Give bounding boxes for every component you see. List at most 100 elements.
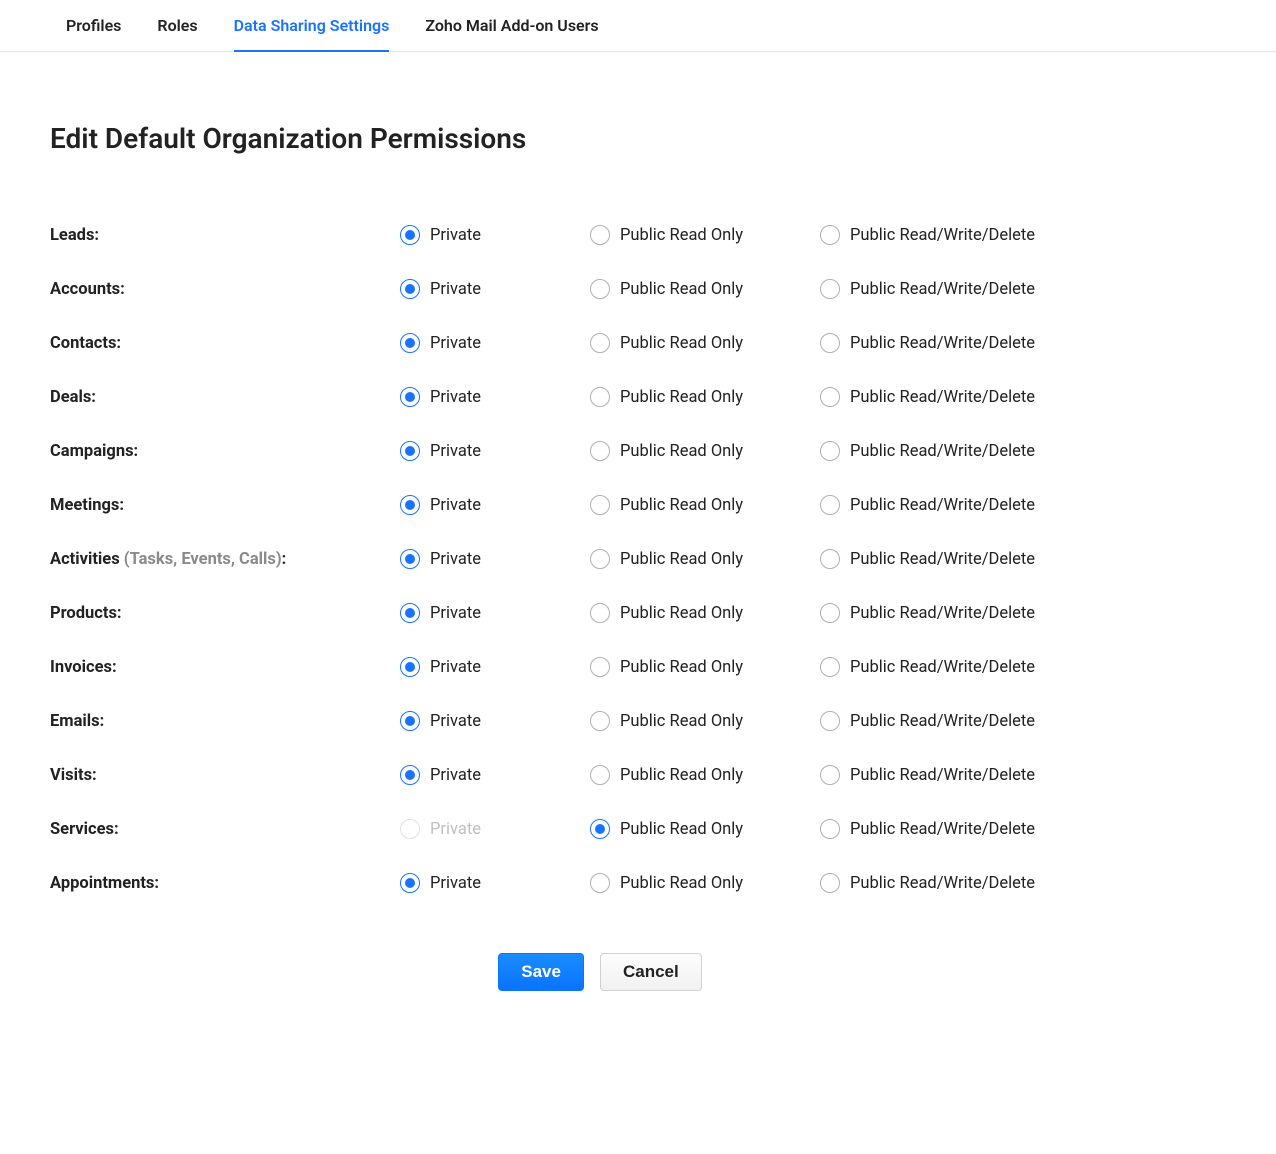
radio-label: Private xyxy=(430,712,481,731)
radio-indicator xyxy=(820,387,840,407)
radio-public_read[interactable]: Public Read Only xyxy=(590,441,820,461)
radio-private[interactable]: Private xyxy=(400,333,590,353)
radio-label: Public Read/Write/Delete xyxy=(850,280,1035,299)
radio-public_rwd[interactable]: Public Read/Write/Delete xyxy=(820,873,1150,893)
radio-public_read[interactable]: Public Read Only xyxy=(590,387,820,407)
radio-indicator xyxy=(400,279,420,299)
radio-label: Public Read Only xyxy=(620,604,743,623)
radio-label: Private xyxy=(430,496,481,515)
radio-public_rwd[interactable]: Public Read/Write/Delete xyxy=(820,495,1150,515)
radio-indicator xyxy=(590,441,610,461)
radio-label: Public Read/Write/Delete xyxy=(850,226,1035,245)
radio-label: Public Read/Write/Delete xyxy=(850,766,1035,785)
radio-public_rwd[interactable]: Public Read/Write/Delete xyxy=(820,279,1150,299)
radio-private[interactable]: Private xyxy=(400,657,590,677)
radio-label: Private xyxy=(430,442,481,461)
radio-public_read[interactable]: Public Read Only xyxy=(590,765,820,785)
radio-label: Private xyxy=(430,766,481,785)
radio-label: Private xyxy=(430,658,481,677)
perm-label: Visits: xyxy=(50,766,400,785)
radio-private[interactable]: Private xyxy=(400,765,590,785)
radio-public_rwd[interactable]: Public Read/Write/Delete xyxy=(820,819,1150,839)
radio-indicator xyxy=(400,333,420,353)
radio-public_read[interactable]: Public Read Only xyxy=(590,873,820,893)
radio-private[interactable]: Private xyxy=(400,603,590,623)
radio-public_read[interactable]: Public Read Only xyxy=(590,549,820,569)
radio-indicator xyxy=(400,549,420,569)
radio-label: Public Read Only xyxy=(620,496,743,515)
radio-indicator xyxy=(590,765,610,785)
radio-indicator xyxy=(400,819,420,839)
perm-label: Emails: xyxy=(50,712,400,731)
radio-label: Private xyxy=(430,280,481,299)
radio-public_read[interactable]: Public Read Only xyxy=(590,603,820,623)
radio-label: Private xyxy=(430,604,481,623)
radio-label: Public Read Only xyxy=(620,874,743,893)
radio-label: Public Read/Write/Delete xyxy=(850,442,1035,461)
tab-data-sharing-settings[interactable]: Data Sharing Settings xyxy=(234,0,390,51)
radio-public_rwd[interactable]: Public Read/Write/Delete xyxy=(820,387,1150,407)
tab-profiles[interactable]: Profiles xyxy=(66,0,121,51)
radio-public_read[interactable]: Public Read Only xyxy=(590,279,820,299)
radio-indicator xyxy=(820,495,840,515)
radio-public_read[interactable]: Public Read Only xyxy=(590,333,820,353)
tab-roles[interactable]: Roles xyxy=(157,0,197,51)
action-buttons: Save Cancel xyxy=(50,953,1150,991)
perm-label: Contacts: xyxy=(50,334,400,353)
radio-public_read[interactable]: Public Read Only xyxy=(590,657,820,677)
radio-public_rwd[interactable]: Public Read/Write/Delete xyxy=(820,549,1150,569)
radio-label: Private xyxy=(430,226,481,245)
radio-public_read[interactable]: Public Read Only xyxy=(590,711,820,731)
radio-indicator xyxy=(590,711,610,731)
tab-zoho-mail-add-on-users[interactable]: Zoho Mail Add-on Users xyxy=(425,0,598,51)
radio-indicator xyxy=(400,711,420,731)
radio-public_read[interactable]: Public Read Only xyxy=(590,819,820,839)
radio-indicator xyxy=(820,603,840,623)
radio-label: Public Read/Write/Delete xyxy=(850,334,1035,353)
radio-indicator xyxy=(590,603,610,623)
radio-indicator xyxy=(400,495,420,515)
radio-private[interactable]: Private xyxy=(400,873,590,893)
radio-private[interactable]: Private xyxy=(400,711,590,731)
radio-public_rwd[interactable]: Public Read/Write/Delete xyxy=(820,333,1150,353)
cancel-button[interactable]: Cancel xyxy=(600,953,702,991)
radio-public_rwd[interactable]: Public Read/Write/Delete xyxy=(820,603,1150,623)
radio-public_read[interactable]: Public Read Only xyxy=(590,495,820,515)
radio-label: Public Read/Write/Delete xyxy=(850,604,1035,623)
radio-public_rwd[interactable]: Public Read/Write/Delete xyxy=(820,765,1150,785)
radio-private[interactable]: Private xyxy=(400,225,590,245)
radio-private[interactable]: Private xyxy=(400,279,590,299)
radio-private[interactable]: Private xyxy=(400,549,590,569)
perm-label: Meetings: xyxy=(50,496,400,515)
content-area: Edit Default Organization Permissions Le… xyxy=(0,52,1200,1031)
radio-indicator xyxy=(590,279,610,299)
save-button[interactable]: Save xyxy=(498,953,584,991)
radio-private: Private xyxy=(400,819,590,839)
radio-label: Public Read Only xyxy=(620,766,743,785)
page-title: Edit Default Organization Permissions xyxy=(50,122,1150,155)
radio-public_rwd[interactable]: Public Read/Write/Delete xyxy=(820,711,1150,731)
radio-private[interactable]: Private xyxy=(400,387,590,407)
radio-public_rwd[interactable]: Public Read/Write/Delete xyxy=(820,225,1150,245)
radio-public_rwd[interactable]: Public Read/Write/Delete xyxy=(820,657,1150,677)
perm-label: Deals: xyxy=(50,388,400,407)
radio-indicator xyxy=(400,603,420,623)
radio-public_read[interactable]: Public Read Only xyxy=(590,225,820,245)
radio-private[interactable]: Private xyxy=(400,495,590,515)
radio-indicator xyxy=(820,765,840,785)
radio-label: Public Read/Write/Delete xyxy=(850,712,1035,731)
radio-indicator xyxy=(400,873,420,893)
radio-label: Public Read Only xyxy=(620,658,743,677)
radio-label: Public Read Only xyxy=(620,712,743,731)
radio-indicator xyxy=(820,225,840,245)
radio-indicator xyxy=(590,387,610,407)
radio-public_rwd[interactable]: Public Read/Write/Delete xyxy=(820,441,1150,461)
radio-indicator xyxy=(820,657,840,677)
perm-label: Activities (Tasks, Events, Calls): xyxy=(50,550,400,569)
radio-label: Public Read/Write/Delete xyxy=(850,496,1035,515)
radio-private[interactable]: Private xyxy=(400,441,590,461)
radio-label: Public Read/Write/Delete xyxy=(850,874,1035,893)
radio-indicator xyxy=(820,819,840,839)
radio-label: Private xyxy=(430,874,481,893)
radio-indicator xyxy=(400,387,420,407)
